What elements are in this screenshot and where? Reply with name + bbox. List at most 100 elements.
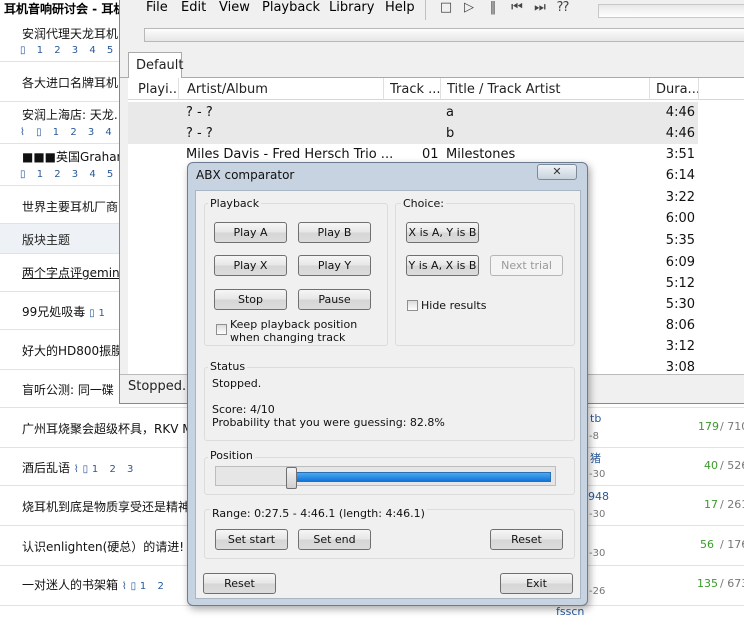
topic-title-text[interactable]: 一对迷人的书架箱 [22,578,118,592]
page-links[interactable]: 1 [98,308,104,319]
stop-icon[interactable]: □ [438,0,454,16]
column-divider [649,78,650,100]
menu-playback[interactable]: Playback [262,0,320,15]
column-track[interactable]: Track ... [390,82,440,97]
topic-pages[interactable]: ⌇ ▯ 1 2 3 4 [20,127,116,138]
column-playing[interactable]: Playi... [138,82,178,97]
topic-title[interactable]: 认识enlighten(硬总）的请进! [22,538,184,555]
choice-label: Choice: [401,197,446,210]
play-y-button[interactable]: Play Y [298,255,371,276]
playlist-header: Playi... Artist/Album Track ... Title / … [128,78,744,100]
topic-title[interactable]: 酒后乱语 ⌇ ▯ 1 2 3 [22,459,137,476]
author-link[interactable]: fsscn [556,605,584,618]
page-icon: ▯ [20,169,30,180]
range-text: Range: 0:27.5 - 4:46.1 (length: 4:46.1) [210,507,427,520]
page-links[interactable]: 1 2 3 4 5 [37,45,118,56]
topic-title-text[interactable]: 99兄処吸毒 [22,305,85,319]
topic-title[interactable]: 盲听公测: 同一碟 [22,381,114,398]
play-b-button[interactable]: Play B [298,222,371,243]
author-link[interactable]: tb [590,412,601,425]
track-duration: 6:09 [665,255,695,270]
y-is-a-button[interactable]: Y is A, X is B [406,255,479,276]
reply-count: 17 [704,498,718,511]
page-icon: ▯ [82,464,89,475]
track-duration: 5:35 [665,233,695,248]
play-x-button[interactable]: Play X [214,255,287,276]
playlist-tabs: Default [120,50,744,78]
hide-results-label: Hide results [421,299,487,312]
close-button[interactable]: ✕ [537,164,577,180]
toolbar-divider [425,0,426,20]
page-links[interactable]: 1 2 3 4 [53,127,116,138]
track-artist: ? - ? [186,105,213,120]
stop-button[interactable]: Stop [214,289,287,310]
column-divider [440,78,441,100]
topic-title[interactable]: 世界主要耳机厂商 [22,198,118,215]
set-end-button[interactable]: Set end [298,529,371,550]
track-title: a [446,105,454,120]
author-link[interactable]: 948 [588,490,609,503]
topic-title-text[interactable]: 酒后乱语 [22,461,70,475]
menu-help[interactable]: Help [385,0,415,15]
abx-titlebar[interactable]: ABX comparator ✕ [188,163,587,187]
page-icon: ▯ [20,45,30,56]
hide-results-checkbox[interactable] [407,300,418,311]
topic-pages[interactable]: ▯ 1 2 3 4 5 [20,45,117,56]
topic-title[interactable]: 安润上海店: 天龙. [22,106,118,123]
track-duration: 3:22 [665,190,695,205]
track-duration: 4:46 [665,105,695,120]
pause-icon[interactable]: ‖ [485,0,501,16]
reset-button[interactable]: Reset [203,573,276,594]
seek-bar[interactable] [144,28,744,42]
page-icon: ▯ [36,127,46,138]
topic-title[interactable]: 各大进口名牌耳机 [22,74,118,91]
playlist-row[interactable]: ? - ? a 4:46 [128,102,698,123]
menu-bar: File Edit View Playback Library Help □ ▷… [120,0,744,20]
keep-position-checkbox[interactable] [216,324,227,335]
range-reset-button[interactable]: Reset [490,529,563,550]
post-date: -8 [589,431,599,442]
next-trial-button[interactable]: Next trial [490,255,563,276]
attachment-icon: ⌇ [73,464,79,475]
volume-bar[interactable] [598,4,744,18]
previous-icon[interactable]: ⏮ [509,0,525,16]
menu-view[interactable]: View [219,0,250,15]
play-icon[interactable]: ▷ [461,0,477,16]
topic-title[interactable]: 烧耳机到底是物质享受还是精神 [22,498,190,515]
topic-title[interactable]: 安润代理天龙耳机 [22,25,118,42]
topic-title[interactable]: 广州耳烧聚会超级杯具，RKV M [22,420,193,437]
post-date: -30 [589,509,606,520]
column-duration[interactable]: Dura... [656,82,698,97]
x-is-a-button[interactable]: X is A, Y is B [406,222,479,243]
position-label: Position [208,449,255,462]
topic-title[interactable]: 一对迷人的书架箱 ⌇ ▯ 1 2 [22,576,168,593]
topic-title[interactable]: 好大的HD800振膜 [22,342,123,359]
page-icon: ▯ [89,308,95,319]
random-icon[interactable]: ⁇ [555,0,571,16]
reply-count: 179 [698,420,719,433]
next-icon[interactable]: ⏭ [532,0,548,16]
topic-title[interactable]: 99兄処吸毒 ▯ 1 [22,303,105,320]
page-links[interactable]: 1 2 3 4 5 [37,169,118,180]
menu-library[interactable]: Library [329,0,374,15]
set-start-button[interactable]: Set start [215,529,288,550]
column-artist-album[interactable]: Artist/Album [187,82,377,97]
topic-pages[interactable]: ▯ 1 2 3 4 5 [20,169,117,180]
position-slider[interactable] [215,466,556,489]
topic-title[interactable]: 两个字点评gemin [22,264,120,281]
tab-default[interactable]: Default [128,52,184,78]
menu-file[interactable]: File [146,0,168,15]
page-links[interactable]: 1 2 [140,581,168,592]
playlist-row[interactable]: ? - ? b 4:46 [128,123,698,144]
pause-button[interactable]: Pause [298,289,371,310]
position-range-fill [296,472,551,482]
play-a-button[interactable]: Play A [214,222,287,243]
column-title[interactable]: Title / Track Artist [447,82,647,97]
author-link[interactable]: 猪 [590,450,601,466]
exit-button[interactable]: Exit [500,573,573,594]
page-links[interactable]: 1 2 3 [92,464,137,475]
track-title: b [446,126,455,141]
post-date: -26 [589,586,606,597]
menu-edit[interactable]: Edit [181,0,206,15]
position-slider-thumb[interactable] [286,467,297,489]
